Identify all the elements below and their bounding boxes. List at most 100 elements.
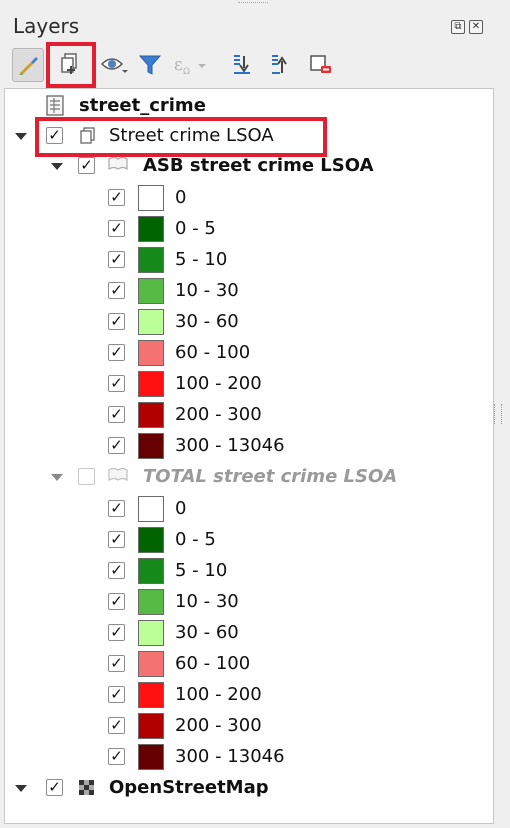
expand-all-icon <box>234 55 250 74</box>
legend-color-swatch <box>138 371 164 397</box>
legend-item-label: 100 - 200 <box>175 684 262 705</box>
legend-item-checkbox[interactable]: ✓ <box>108 437 125 454</box>
layers-panel: Layers ⧉ ✕ ε Ω street_crime ✓ Street cri… <box>0 0 510 828</box>
legend-item-checkbox[interactable]: ✓ <box>108 593 125 610</box>
legend-item-checkbox[interactable]: ✓ <box>108 375 125 392</box>
float-panel-button[interactable]: ⧉ <box>451 20 465 34</box>
collapse-all-icon <box>272 55 287 74</box>
legend-color-swatch <box>138 527 164 553</box>
basemap-checkbox[interactable]: ✓ <box>46 779 63 796</box>
legend-item-checkbox[interactable]: ✓ <box>108 220 125 237</box>
legend-item-checkbox[interactable]: ✓ <box>108 562 125 579</box>
legend-item-label: 30 - 60 <box>175 311 239 332</box>
legend-item[interactable]: ✓ 30 - 60 <box>5 618 493 648</box>
expand-arrow-icon[interactable] <box>51 163 63 170</box>
legend-color-swatch <box>138 216 164 242</box>
legend-item[interactable]: ✓ 0 <box>5 494 493 524</box>
legend-item[interactable]: ✓ 10 - 30 <box>5 587 493 617</box>
legend-item-label: 0 <box>175 498 187 519</box>
svg-text:ε: ε <box>174 55 183 75</box>
style-manager-button[interactable] <box>12 48 44 82</box>
legend-item-checkbox[interactable]: ✓ <box>108 313 125 330</box>
legend-color-swatch <box>138 589 164 615</box>
collapse-all-button[interactable] <box>264 48 296 82</box>
layer-asb-checkbox[interactable]: ✓ <box>78 157 95 174</box>
legend-item[interactable]: ✓ 60 - 100 <box>5 338 493 368</box>
legend-item-checkbox[interactable]: ✓ <box>108 717 125 734</box>
filter-by-expression-button[interactable]: ε Ω <box>170 48 214 82</box>
layer-total-checkbox[interactable] <box>78 468 95 485</box>
legend-item[interactable]: ✓ 200 - 300 <box>5 711 493 741</box>
legend-item-label: 200 - 300 <box>175 404 262 425</box>
layer-tree[interactable]: street_crime ✓ Street crime LSOA ✓ ASB s… <box>4 88 494 824</box>
legend-item[interactable]: ✓ 5 - 10 <box>5 245 493 275</box>
manage-visibility-button[interactable] <box>98 48 130 82</box>
legend-color-swatch <box>138 651 164 677</box>
tree-item-layer-asb[interactable]: ✓ ASB street crime LSOA <box>5 151 493 181</box>
polygon-layer-icon <box>108 467 128 482</box>
legend-item-label: 5 - 10 <box>175 249 228 270</box>
legend-item-label: 300 - 13046 <box>175 435 285 456</box>
panel-scroll-area[interactable] <box>494 88 508 824</box>
legend-item-checkbox[interactable]: ✓ <box>108 251 125 268</box>
filter-expression-icon: ε Ω <box>174 55 206 77</box>
legend-item-checkbox[interactable]: ✓ <box>108 500 125 517</box>
legend-item-label: 10 - 30 <box>175 280 239 301</box>
legend-item-label: 100 - 200 <box>175 373 262 394</box>
legend-item-checkbox[interactable]: ✓ <box>108 189 125 206</box>
raster-layer-icon <box>79 780 94 795</box>
table-layer-label: street_crime <box>79 95 206 116</box>
basemap-label: OpenStreetMap <box>109 777 269 798</box>
filter-legend-button[interactable] <box>134 48 166 82</box>
legend-color-swatch <box>138 309 164 335</box>
expand-arrow-icon[interactable] <box>15 785 27 792</box>
legend-item-label: 200 - 300 <box>175 715 262 736</box>
legend-item-checkbox[interactable]: ✓ <box>108 406 125 423</box>
legend-item-label: 0 - 5 <box>175 529 216 550</box>
expand-arrow-icon[interactable] <box>15 133 27 140</box>
close-panel-button[interactable]: ✕ <box>469 20 483 34</box>
panel-title: Layers <box>13 14 80 38</box>
legend-color-swatch <box>138 185 164 211</box>
legend-item-label: 10 - 30 <box>175 591 239 612</box>
legend-item[interactable]: ✓ 0 - 5 <box>5 214 493 244</box>
expand-arrow-icon[interactable] <box>51 474 63 481</box>
legend-item-label: 30 - 60 <box>175 622 239 643</box>
remove-layer-icon <box>310 55 331 73</box>
legend-item[interactable]: ✓ 5 - 10 <box>5 556 493 586</box>
legend-item-checkbox[interactable]: ✓ <box>108 686 125 703</box>
legend-item[interactable]: ✓ 200 - 300 <box>5 400 493 430</box>
legend-item[interactable]: ✓ 10 - 30 <box>5 276 493 306</box>
legend-color-swatch <box>138 496 164 522</box>
layer-total-label: TOTAL street crime LSOA <box>143 466 398 487</box>
legend-item-checkbox[interactable]: ✓ <box>108 655 125 672</box>
remove-layer-button[interactable] <box>304 48 336 82</box>
expand-all-button[interactable] <box>226 48 258 82</box>
legend-color-swatch <box>138 433 164 459</box>
legend-color-swatch <box>138 340 164 366</box>
legend-item-checkbox[interactable]: ✓ <box>108 344 125 361</box>
layer-asb-label: ASB street crime LSOA <box>143 155 374 176</box>
legend-item[interactable]: ✓ 0 - 5 <box>5 525 493 555</box>
legend-item[interactable]: ✓ 100 - 200 <box>5 369 493 399</box>
legend-item-checkbox[interactable]: ✓ <box>108 531 125 548</box>
legend-item-label: 60 - 100 <box>175 342 251 363</box>
legend-item[interactable]: ✓ 300 - 13046 <box>5 742 493 772</box>
legend-item-checkbox[interactable]: ✓ <box>108 748 125 765</box>
legend-item[interactable]: ✓ 100 - 200 <box>5 680 493 710</box>
legend-item-label: 0 <box>175 187 187 208</box>
legend-item[interactable]: ✓ 300 - 13046 <box>5 431 493 461</box>
legend-color-swatch <box>138 247 164 273</box>
legend-item[interactable]: ✓ 0 <box>5 183 493 213</box>
drag-grip[interactable] <box>238 2 268 7</box>
legend-color-swatch <box>138 620 164 646</box>
paintbrush-icon <box>19 57 38 75</box>
tree-item-layer-total[interactable]: TOTAL street crime LSOA <box>5 462 493 492</box>
tree-item-basemap[interactable]: ✓ OpenStreetMap <box>5 773 493 803</box>
legend-item[interactable]: ✓ 30 - 60 <box>5 307 493 337</box>
resize-grip[interactable] <box>494 404 502 424</box>
legend-item[interactable]: ✓ 60 - 100 <box>5 649 493 679</box>
legend-item-checkbox[interactable]: ✓ <box>108 282 125 299</box>
legend-color-swatch <box>138 744 164 770</box>
legend-item-checkbox[interactable]: ✓ <box>108 624 125 641</box>
